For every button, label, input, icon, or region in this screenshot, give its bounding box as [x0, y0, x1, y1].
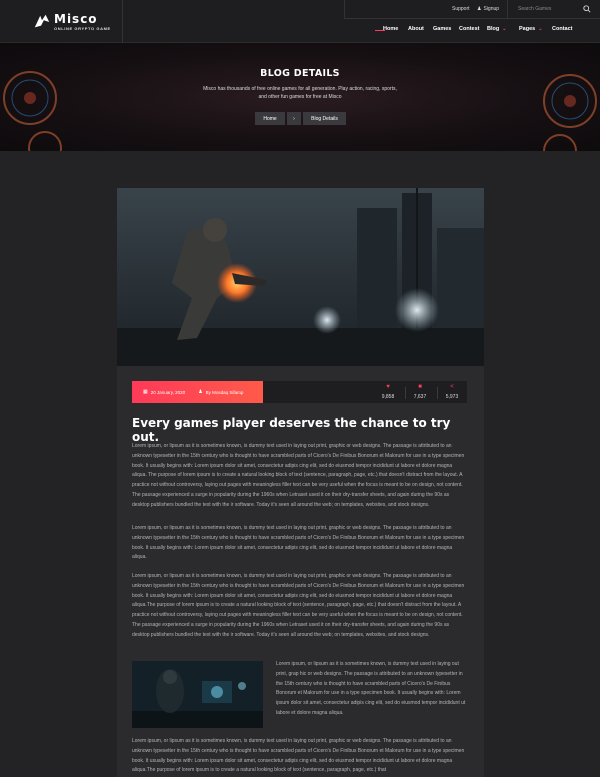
article-paragraph: Lorem ipsum, or lipsum as it is sometime…: [132, 525, 465, 561]
user-icon: ♟: [477, 6, 482, 12]
like-stat[interactable]: ♥ 9,858: [373, 384, 403, 400]
post-date: ▦ 20 January, 2020: [143, 389, 185, 395]
comment-icon: ■: [418, 384, 422, 390]
post-meta-highlight: ▦ 20 January, 2020 ♟ By Mosdaq Sifamp: [132, 381, 263, 403]
nav-blog-label: Blog: [487, 26, 500, 32]
like-count: 9,858: [381, 394, 395, 400]
nav-active-indicator: [375, 30, 385, 31]
logo[interactable]: Misco ONLINE GRYPTO GAME: [0, 0, 123, 43]
share-stat[interactable]: < 5,973: [437, 384, 467, 400]
article-paragraph: Lorem ipsum, or lipsum as it is sometime…: [276, 661, 466, 716]
post-author-text: By Mosdaq Sifamp: [205, 389, 244, 395]
share-count: 5,973: [445, 394, 459, 400]
nav-games[interactable]: Games: [433, 26, 451, 32]
top-bar: Support ♟ Signup Search Games: [344, 0, 600, 19]
signup-label: Signup: [483, 6, 500, 12]
nav-about[interactable]: About: [408, 26, 424, 32]
article-title: Every games player deserves the chance t…: [132, 416, 451, 444]
breadcrumb-separator: ›: [287, 112, 301, 125]
featured-image: [117, 188, 484, 366]
page-subtitle: Misco has thousands of free online games…: [203, 86, 397, 100]
chevron-down-icon: ⌄: [502, 26, 507, 32]
search-icon[interactable]: [583, 5, 591, 13]
chevron-down-icon: ⌄: [538, 26, 543, 32]
post-meta: ▦ 20 January, 2020 ♟ By Mosdaq Sifamp ♥ …: [132, 381, 467, 403]
brand-name: Misco: [54, 11, 98, 26]
search-box[interactable]: Search Games: [507, 0, 600, 19]
search-input[interactable]: Search Games: [518, 6, 551, 12]
post-author[interactable]: ♟ By Mosdaq Sifamp: [198, 389, 243, 395]
logo-mark-icon: [34, 14, 50, 27]
heart-icon: ♥: [386, 384, 390, 390]
breadcrumb-current: Blog Details: [303, 112, 346, 125]
breadcrumb-home[interactable]: Home: [255, 112, 285, 125]
post-date-text: 20 January, 2020: [150, 389, 186, 395]
user-icon: ♟: [198, 389, 203, 395]
nav-pages-label: Pages: [519, 26, 536, 32]
article-paragraph: Lorem ipsum, or lipsum as it is sometime…: [132, 738, 465, 774]
blog-article: ▦ 20 January, 2020 ♟ By Mosdaq Sifamp ♥ …: [117, 188, 484, 777]
comment-count: 7,637: [413, 394, 427, 400]
breadcrumb: Home › Blog Details: [255, 112, 346, 125]
site-header: Misco ONLINE GRYPTO GAME Support ♟ Signu…: [0, 0, 600, 43]
nav-home[interactable]: Home: [383, 26, 398, 32]
article-paragraph: Lorem ipsum, or lipsum as it is sometime…: [132, 443, 465, 508]
nav-blog[interactable]: Blog ⌄: [487, 26, 506, 32]
signup-link[interactable]: ♟ Signup: [477, 6, 499, 12]
nav-contest[interactable]: Contest: [459, 26, 479, 32]
share-icon: <: [450, 384, 454, 390]
page-hero: BLOG DETAILS Misco has thousands of free…: [0, 43, 600, 151]
page-title: BLOG DETAILS: [260, 68, 340, 79]
inline-image: [132, 661, 263, 728]
comment-stat[interactable]: ■ 7,637: [405, 384, 435, 400]
brand-tagline: ONLINE GRYPTO GAME: [54, 25, 111, 31]
support-link[interactable]: Support: [452, 6, 470, 12]
nav-contact[interactable]: Contact: [552, 26, 572, 32]
article-paragraph: Lorem ipsum, or lipsum as it is sometime…: [132, 573, 465, 638]
calendar-icon: ▦: [143, 389, 148, 395]
nav-pages[interactable]: Pages ⌄: [519, 26, 542, 32]
